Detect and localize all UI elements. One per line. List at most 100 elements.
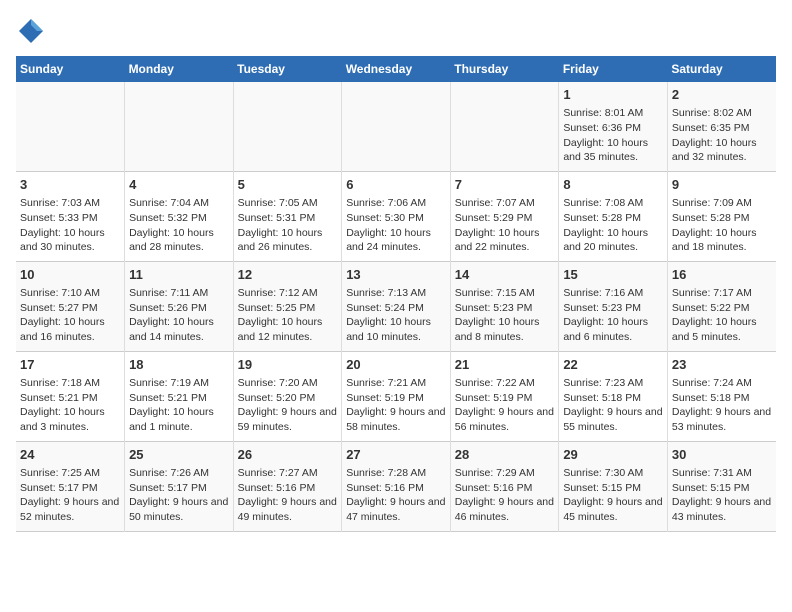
calendar-cell: 21Sunrise: 7:22 AM Sunset: 5:19 PM Dayli… xyxy=(450,351,559,441)
calendar-cell: 5Sunrise: 7:05 AM Sunset: 5:31 PM Daylig… xyxy=(233,171,342,261)
calendar-cell xyxy=(125,82,234,171)
day-info: Sunrise: 7:13 AM Sunset: 5:24 PM Dayligh… xyxy=(346,286,446,345)
calendar-cell xyxy=(16,82,125,171)
day-info: Sunrise: 7:03 AM Sunset: 5:33 PM Dayligh… xyxy=(20,196,120,255)
calendar-cell xyxy=(342,82,451,171)
day-info: Sunrise: 7:26 AM Sunset: 5:17 PM Dayligh… xyxy=(129,466,229,525)
day-number: 13 xyxy=(346,266,446,284)
day-number: 7 xyxy=(455,176,555,194)
logo xyxy=(16,16,50,46)
day-info: Sunrise: 8:01 AM Sunset: 6:36 PM Dayligh… xyxy=(563,106,663,165)
day-number: 15 xyxy=(563,266,663,284)
day-info: Sunrise: 7:11 AM Sunset: 5:26 PM Dayligh… xyxy=(129,286,229,345)
day-number: 25 xyxy=(129,446,229,464)
calendar-cell: 6 Sunrise: 7:06 AM Sunset: 5:30 PM Daylig… xyxy=(342,171,451,261)
day-number: 3 xyxy=(20,176,120,194)
week-row-3: 10 Sunrise: 7:10 AM Sunset: 5:27 PM Dayli… xyxy=(16,261,776,351)
day-info: Sunrise: 7:09 AM Sunset: 5:28 PM Dayligh… xyxy=(672,196,772,255)
day-number: 17 xyxy=(20,356,120,374)
weekday-header-tuesday: Tuesday xyxy=(233,56,342,82)
day-number: 19 xyxy=(238,356,338,374)
calendar-cell xyxy=(450,82,559,171)
logo-icon xyxy=(16,16,46,46)
day-info: Sunrise: 7:19 AM Sunset: 5:21 PM Dayligh… xyxy=(129,376,229,435)
day-info: Sunrise: 7:21 AM Sunset: 5:19 PM Dayligh… xyxy=(346,376,446,435)
calendar-cell: 8 Sunrise: 7:08 AM Sunset: 5:28 PM Daylig… xyxy=(559,171,668,261)
calendar-cell: 23 Sunrise: 7:24 AM Sunset: 5:18 PM Dayli… xyxy=(667,351,776,441)
day-number: 2 xyxy=(672,86,772,104)
calendar-cell: 15 Sunrise: 7:16 AM Sunset: 5:23 PM Dayli… xyxy=(559,261,668,351)
day-info: Sunrise: 7:16 AM Sunset: 5:23 PM Dayligh… xyxy=(563,286,663,345)
day-info: Sunrise: 7:22 AM Sunset: 5:19 PM Dayligh… xyxy=(455,376,555,435)
calendar-cell: 2Sunrise: 8:02 AM Sunset: 6:35 PM Daylig… xyxy=(667,82,776,171)
week-row-2: 3 Sunrise: 7:03 AM Sunset: 5:33 PM Daylig… xyxy=(16,171,776,261)
calendar-cell: 11 Sunrise: 7:11 AM Sunset: 5:26 PM Dayli… xyxy=(125,261,234,351)
weekday-header-row: SundayMondayTuesdayWednesdayThursdayFrid… xyxy=(16,56,776,82)
day-info: Sunrise: 7:28 AM Sunset: 5:16 PM Dayligh… xyxy=(346,466,446,525)
calendar-cell: 9 Sunrise: 7:09 AM Sunset: 5:28 PM Daylig… xyxy=(667,171,776,261)
calendar-cell: 17Sunrise: 7:18 AM Sunset: 5:21 PM Dayli… xyxy=(16,351,125,441)
day-number: 30 xyxy=(672,446,772,464)
day-info: Sunrise: 7:08 AM Sunset: 5:28 PM Dayligh… xyxy=(563,196,663,255)
day-info: Sunrise: 7:23 AM Sunset: 5:18 PM Dayligh… xyxy=(563,376,663,435)
day-info: Sunrise: 7:30 AM Sunset: 5:15 PM Dayligh… xyxy=(563,466,663,525)
calendar-cell: 27 Sunrise: 7:28 AM Sunset: 5:16 PM Dayli… xyxy=(342,441,451,531)
day-number: 12 xyxy=(238,266,338,284)
day-info: Sunrise: 7:15 AM Sunset: 5:23 PM Dayligh… xyxy=(455,286,555,345)
day-number: 22 xyxy=(563,356,663,374)
day-number: 26 xyxy=(238,446,338,464)
calendar-cell: 25 Sunrise: 7:26 AM Sunset: 5:17 PM Dayli… xyxy=(125,441,234,531)
day-info: Sunrise: 7:17 AM Sunset: 5:22 PM Dayligh… xyxy=(672,286,772,345)
day-number: 8 xyxy=(563,176,663,194)
calendar-cell: 10 Sunrise: 7:10 AM Sunset: 5:27 PM Dayli… xyxy=(16,261,125,351)
calendar-cell: 13 Sunrise: 7:13 AM Sunset: 5:24 PM Dayli… xyxy=(342,261,451,351)
day-info: Sunrise: 7:24 AM Sunset: 5:18 PM Dayligh… xyxy=(672,376,772,435)
weekday-header-wednesday: Wednesday xyxy=(342,56,451,82)
calendar-cell: 3 Sunrise: 7:03 AM Sunset: 5:33 PM Daylig… xyxy=(16,171,125,261)
day-number: 18 xyxy=(129,356,229,374)
day-number: 6 xyxy=(346,176,446,194)
calendar-cell: 12 Sunrise: 7:12 AM Sunset: 5:25 PM Dayli… xyxy=(233,261,342,351)
weekday-header-thursday: Thursday xyxy=(450,56,559,82)
day-number: 14 xyxy=(455,266,555,284)
day-info: Sunrise: 7:25 AM Sunset: 5:17 PM Dayligh… xyxy=(20,466,120,525)
weekday-header-friday: Friday xyxy=(559,56,668,82)
weekday-header-monday: Monday xyxy=(125,56,234,82)
calendar-cell: 7 Sunrise: 7:07 AM Sunset: 5:29 PM Daylig… xyxy=(450,171,559,261)
day-info: Sunrise: 7:12 AM Sunset: 5:25 PM Dayligh… xyxy=(238,286,338,345)
calendar-cell xyxy=(233,82,342,171)
calendar-table: SundayMondayTuesdayWednesdayThursdayFrid… xyxy=(16,56,776,532)
day-info: Sunrise: 7:20 AM Sunset: 5:20 PM Dayligh… xyxy=(238,376,338,435)
weekday-header-saturday: Saturday xyxy=(667,56,776,82)
day-info: Sunrise: 7:10 AM Sunset: 5:27 PM Dayligh… xyxy=(20,286,120,345)
calendar-cell: 4 Sunrise: 7:04 AM Sunset: 5:32 PM Daylig… xyxy=(125,171,234,261)
day-number: 23 xyxy=(672,356,772,374)
calendar-cell: 26 Sunrise: 7:27 AM Sunset: 5:16 PM Dayli… xyxy=(233,441,342,531)
calendar-cell: 22 Sunrise: 7:23 AM Sunset: 5:18 PM Dayli… xyxy=(559,351,668,441)
day-info: Sunrise: 7:06 AM Sunset: 5:30 PM Dayligh… xyxy=(346,196,446,255)
day-number: 10 xyxy=(20,266,120,284)
calendar-cell: 18 Sunrise: 7:19 AM Sunset: 5:21 PM Dayli… xyxy=(125,351,234,441)
day-number: 28 xyxy=(455,446,555,464)
day-info: Sunrise: 7:27 AM Sunset: 5:16 PM Dayligh… xyxy=(238,466,338,525)
day-number: 9 xyxy=(672,176,772,194)
calendar-cell: 1 Sunrise: 8:01 AM Sunset: 6:36 PM Daylig… xyxy=(559,82,668,171)
week-row-5: 24 Sunrise: 7:25 AM Sunset: 5:17 PM Dayli… xyxy=(16,441,776,531)
day-number: 24 xyxy=(20,446,120,464)
day-info: Sunrise: 7:04 AM Sunset: 5:32 PM Dayligh… xyxy=(129,196,229,255)
week-row-4: 17Sunrise: 7:18 AM Sunset: 5:21 PM Dayli… xyxy=(16,351,776,441)
page-header xyxy=(16,16,776,46)
weekday-header-sunday: Sunday xyxy=(16,56,125,82)
day-number: 4 xyxy=(129,176,229,194)
day-number: 20 xyxy=(346,356,446,374)
day-number: 27 xyxy=(346,446,446,464)
calendar-cell: 20 Sunrise: 7:21 AM Sunset: 5:19 PM Dayli… xyxy=(342,351,451,441)
day-info: Sunrise: 7:31 AM Sunset: 5:15 PM Dayligh… xyxy=(672,466,772,525)
day-number: 16 xyxy=(672,266,772,284)
day-number: 1 xyxy=(563,86,663,104)
calendar-cell: 19 Sunrise: 7:20 AM Sunset: 5:20 PM Dayli… xyxy=(233,351,342,441)
day-info: Sunrise: 7:29 AM Sunset: 5:16 PM Dayligh… xyxy=(455,466,555,525)
calendar-cell: 30 Sunrise: 7:31 AM Sunset: 5:15 PM Dayli… xyxy=(667,441,776,531)
day-info: Sunrise: 7:07 AM Sunset: 5:29 PM Dayligh… xyxy=(455,196,555,255)
day-number: 11 xyxy=(129,266,229,284)
